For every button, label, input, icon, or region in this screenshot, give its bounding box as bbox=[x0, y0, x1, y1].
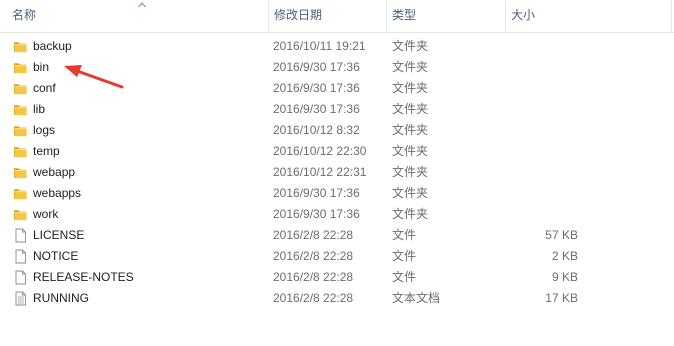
sort-ascending-icon bbox=[138, 2, 146, 8]
modified-date: 2016/2/8 22:28 bbox=[273, 228, 354, 242]
file-size: 57 KB bbox=[545, 228, 578, 242]
file-row-backup[interactable]: backup 2016/10/11 19:21 文件夹 bbox=[0, 36, 674, 57]
file-size bbox=[510, 120, 578, 141]
file-name: backup bbox=[33, 39, 72, 53]
file-size bbox=[510, 57, 578, 78]
file-row-lib[interactable]: lib 2016/9/30 17:36 文件夹 bbox=[0, 99, 674, 120]
modified-date: 2016/2/8 22:28 bbox=[273, 291, 354, 305]
file-type: 文件夹 bbox=[392, 207, 429, 221]
file-size bbox=[510, 99, 578, 120]
file-row-logs[interactable]: logs 2016/10/12 8:32 文件夹 bbox=[0, 120, 674, 141]
file-size bbox=[510, 141, 578, 162]
file-icon bbox=[13, 249, 28, 264]
file-name: temp bbox=[33, 144, 60, 158]
modified-date: 2016/2/8 22:28 bbox=[273, 249, 354, 263]
file-row-work[interactable]: work 2016/9/30 17:36 文件夹 bbox=[0, 204, 674, 225]
modified-date: 2016/2/8 22:28 bbox=[273, 270, 354, 284]
column-header-size[interactable]: 大小 bbox=[505, 0, 672, 33]
file-name: RELEASE-NOTES bbox=[33, 270, 134, 284]
file-type: 文件夹 bbox=[392, 144, 429, 158]
modified-date: 2016/9/30 17:36 bbox=[273, 186, 360, 200]
file-name: NOTICE bbox=[33, 249, 79, 263]
folder-icon bbox=[13, 207, 28, 222]
folder-icon bbox=[13, 39, 28, 54]
file-size bbox=[510, 162, 578, 183]
file-row-license[interactable]: LICENSE 2016/2/8 22:28 文件 57 KB bbox=[0, 225, 674, 246]
file-name: bin bbox=[33, 60, 50, 74]
column-header-date-label: 修改日期 bbox=[274, 8, 323, 22]
file-name: webapps bbox=[33, 186, 82, 200]
file-row-webapp[interactable]: webapp 2016/10/12 22:31 文件夹 bbox=[0, 162, 674, 183]
file-size: 2 KB bbox=[551, 249, 578, 263]
folder-icon bbox=[13, 102, 28, 117]
file-type: 文件 bbox=[392, 270, 417, 284]
column-header-bar: 名称 修改日期 类型 大小 bbox=[0, 0, 674, 33]
file-row-running[interactable]: RUNNING 2016/2/8 22:28 文本文档 17 KB bbox=[0, 288, 674, 309]
column-header-type[interactable]: 类型 bbox=[386, 0, 505, 33]
file-name: logs bbox=[33, 123, 56, 137]
folder-icon bbox=[13, 165, 28, 180]
folder-icon bbox=[13, 81, 28, 96]
file-size: 17 KB bbox=[545, 291, 578, 305]
file-type: 文件 bbox=[392, 228, 417, 242]
file-type: 文件夹 bbox=[392, 186, 429, 200]
red-arrow-annotation bbox=[64, 65, 124, 89]
file-icon bbox=[13, 270, 28, 285]
file-size bbox=[510, 36, 578, 57]
file-row-webapps[interactable]: webapps 2016/9/30 17:36 文件夹 bbox=[0, 183, 674, 204]
column-header-size-label: 大小 bbox=[511, 8, 536, 22]
column-header-name-label: 名称 bbox=[12, 8, 37, 22]
file-row-release-notes[interactable]: RELEASE-NOTES 2016/2/8 22:28 文件 9 KB bbox=[0, 267, 674, 288]
file-type: 文件 bbox=[392, 249, 417, 263]
column-header-date[interactable]: 修改日期 bbox=[268, 0, 386, 33]
folder-icon bbox=[13, 144, 28, 159]
modified-date: 2016/10/11 19:21 bbox=[273, 39, 366, 53]
file-type: 文件夹 bbox=[392, 123, 429, 137]
modified-date: 2016/10/12 8:32 bbox=[273, 123, 360, 137]
modified-date: 2016/10/12 22:30 bbox=[273, 144, 367, 158]
modified-date: 2016/9/30 17:36 bbox=[273, 102, 360, 116]
file-row-temp[interactable]: temp 2016/10/12 22:30 文件夹 bbox=[0, 141, 674, 162]
folder-icon bbox=[13, 123, 28, 138]
folder-icon bbox=[13, 186, 28, 201]
modified-date: 2016/9/30 17:36 bbox=[273, 60, 360, 74]
column-header-name[interactable]: 名称 bbox=[7, 0, 268, 33]
file-type: 文件夹 bbox=[392, 165, 429, 179]
file-type: 文本文档 bbox=[392, 291, 441, 305]
file-name: lib bbox=[33, 102, 46, 116]
folder-icon bbox=[13, 60, 28, 75]
file-size bbox=[510, 204, 578, 225]
file-name: conf bbox=[33, 81, 56, 95]
file-type: 文件夹 bbox=[392, 81, 429, 95]
file-size: 9 KB bbox=[551, 270, 578, 284]
text-document-icon bbox=[13, 291, 28, 306]
modified-date: 2016/9/30 17:36 bbox=[273, 207, 360, 221]
file-name: webapp bbox=[33, 165, 76, 179]
file-size bbox=[510, 183, 578, 204]
file-size bbox=[510, 78, 578, 99]
modified-date: 2016/9/30 17:36 bbox=[273, 81, 360, 95]
file-icon bbox=[13, 228, 28, 243]
file-type: 文件夹 bbox=[392, 39, 429, 53]
file-name: LICENSE bbox=[33, 228, 85, 242]
file-name: work bbox=[33, 207, 59, 221]
column-header-type-label: 类型 bbox=[392, 8, 417, 22]
file-name: RUNNING bbox=[33, 291, 89, 305]
modified-date: 2016/10/12 22:31 bbox=[273, 165, 367, 179]
file-type: 文件夹 bbox=[392, 60, 429, 74]
file-type: 文件夹 bbox=[392, 102, 429, 116]
file-row-notice[interactable]: NOTICE 2016/2/8 22:28 文件 2 KB bbox=[0, 246, 674, 267]
